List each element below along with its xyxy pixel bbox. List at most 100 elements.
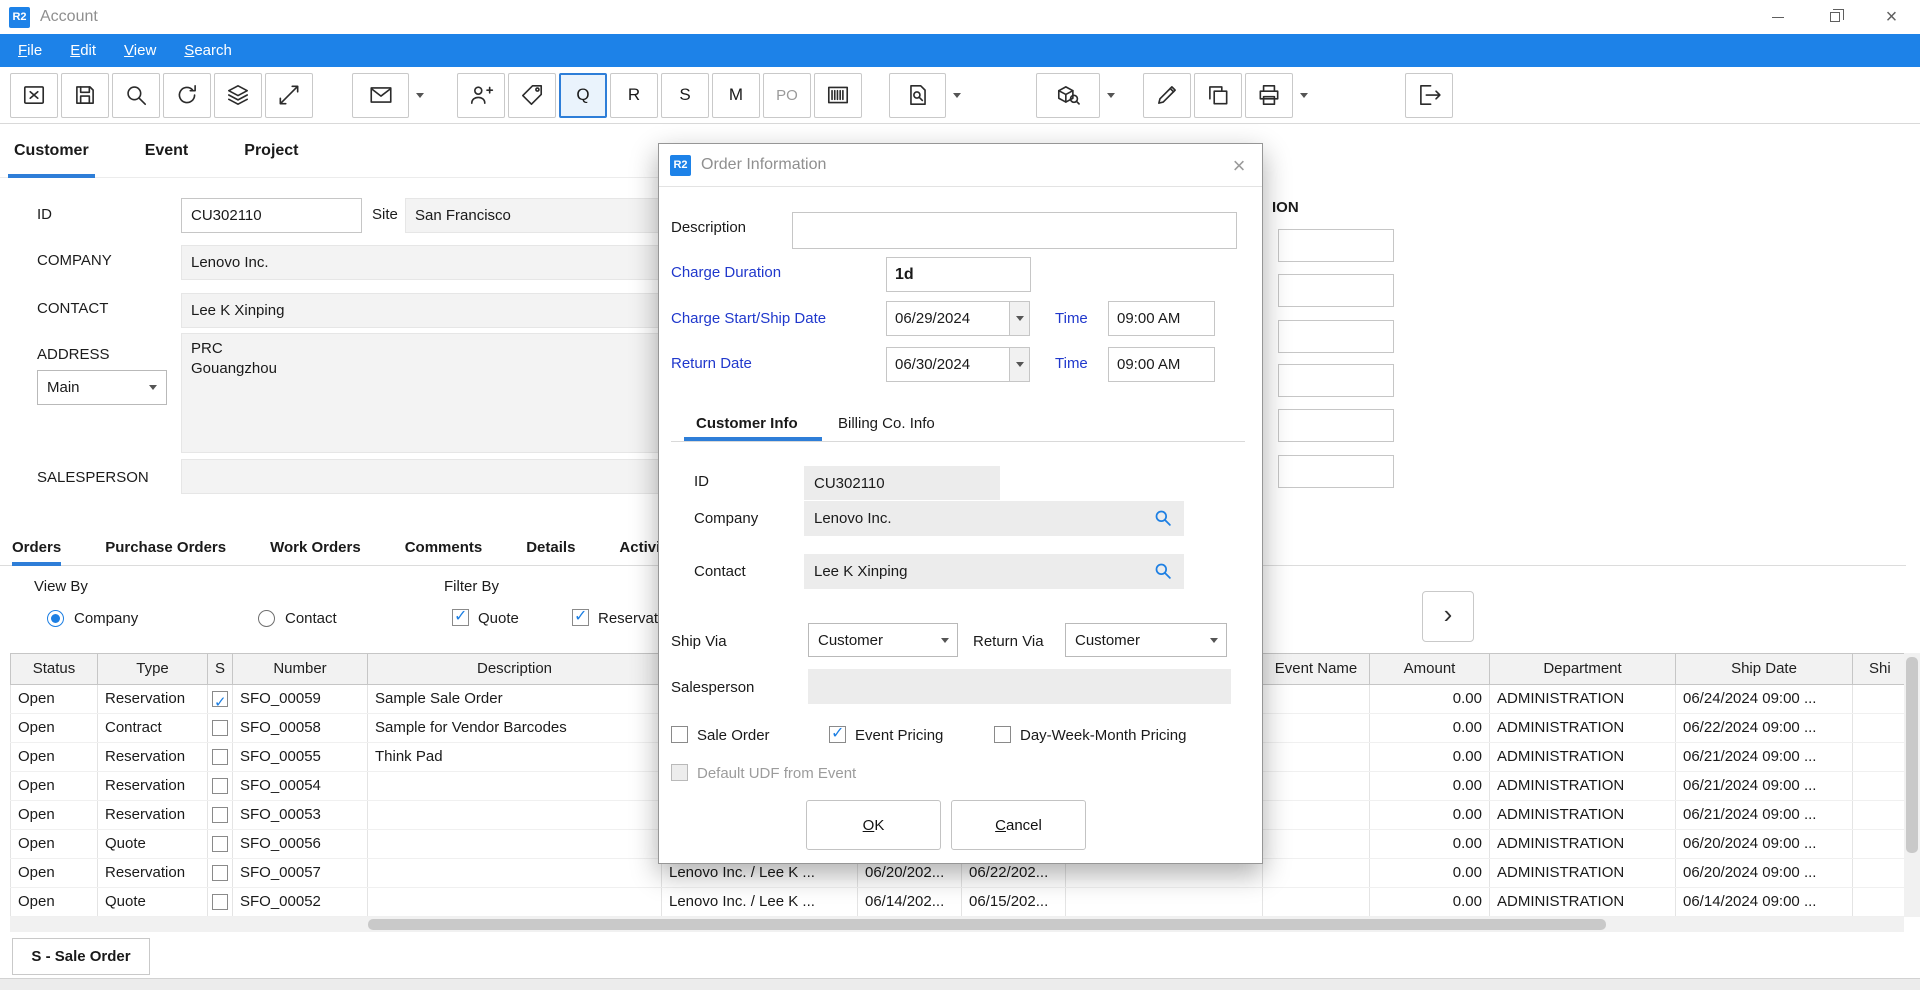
print-dropdown[interactable] bbox=[1296, 73, 1312, 118]
toolbar-letter-po-button[interactable]: PO bbox=[763, 73, 811, 118]
add-contact-button[interactable] bbox=[457, 73, 505, 118]
charge-start-date-dropdown[interactable] bbox=[1009, 301, 1030, 336]
tab-customer[interactable]: Customer bbox=[12, 124, 91, 178]
menu-view[interactable]: View bbox=[110, 34, 170, 67]
search-button[interactable] bbox=[112, 73, 160, 118]
exit-button[interactable] bbox=[1405, 73, 1453, 118]
address-type-select[interactable]: Main bbox=[37, 370, 167, 405]
return-time-input[interactable]: 09:00 AM bbox=[1108, 347, 1215, 382]
menu-file[interactable]: File bbox=[4, 34, 56, 67]
company-field[interactable]: Lenovo Inc. bbox=[181, 245, 681, 280]
ship-via-select[interactable]: Customer bbox=[808, 623, 958, 657]
charge-start-time-input[interactable]: 09:00 AM bbox=[1108, 301, 1215, 336]
barcode-button[interactable] bbox=[814, 73, 862, 118]
edit-button[interactable] bbox=[1143, 73, 1191, 118]
toolbar-letter-s-button[interactable]: S bbox=[661, 73, 709, 118]
checkbox-sale-order[interactable] bbox=[671, 726, 688, 743]
menu-search[interactable]: Search bbox=[170, 34, 246, 67]
column-header[interactable]: Amount bbox=[1370, 653, 1490, 685]
company-search-icon[interactable] bbox=[1153, 508, 1174, 529]
mail-dropdown[interactable] bbox=[412, 73, 428, 118]
horizontal-scrollbar[interactable] bbox=[10, 917, 1904, 932]
toolbar-letter-r-button[interactable]: R bbox=[610, 73, 658, 118]
address-field[interactable]: PRC Gouangzhou bbox=[181, 333, 681, 453]
dialog-close-button[interactable]: × bbox=[1224, 151, 1254, 181]
layers-button[interactable] bbox=[214, 73, 262, 118]
vertical-scrollbar-thumb[interactable] bbox=[1906, 657, 1918, 853]
salesperson-field[interactable] bbox=[181, 459, 681, 494]
checkbox-event-pricing[interactable] bbox=[829, 726, 846, 743]
close-button[interactable]: × bbox=[1863, 0, 1920, 34]
return-date-input[interactable]: 06/30/2024 bbox=[886, 347, 1010, 382]
item-search-dropdown[interactable] bbox=[1103, 73, 1119, 118]
maximize-button[interactable] bbox=[1806, 0, 1863, 34]
ok-button[interactable]: OK bbox=[806, 800, 941, 850]
column-header[interactable]: Description bbox=[368, 653, 662, 685]
document-search-dropdown[interactable] bbox=[949, 73, 965, 118]
return-via-select[interactable]: Customer bbox=[1065, 623, 1227, 657]
contact-search-icon[interactable] bbox=[1153, 561, 1174, 582]
column-header[interactable]: S bbox=[208, 653, 233, 685]
row-checkbox[interactable] bbox=[212, 807, 228, 823]
checkbox-event-pricing-label[interactable]: Event Pricing bbox=[855, 727, 943, 744]
dialog-id-value[interactable]: CU302110 bbox=[804, 466, 1000, 500]
column-header[interactable]: Ship Date bbox=[1676, 653, 1853, 685]
charge-duration-label[interactable]: Charge Duration bbox=[671, 264, 781, 281]
charge-start-time-label[interactable]: Time bbox=[1055, 310, 1088, 327]
row-checkbox[interactable] bbox=[212, 836, 228, 852]
checkbox-quote-label[interactable]: Quote bbox=[478, 610, 519, 627]
next-page-button[interactable]: › bbox=[1422, 591, 1474, 642]
right-panel-field[interactable] bbox=[1278, 320, 1394, 353]
radio-company-label[interactable]: Company bbox=[74, 610, 138, 627]
cancel-button[interactable]: Cancel bbox=[951, 800, 1086, 850]
radio-contact-label[interactable]: Contact bbox=[285, 610, 337, 627]
column-header[interactable]: Event Name bbox=[1263, 653, 1370, 685]
checkbox-day-week-month-pricing-label[interactable]: Day-Week-Month Pricing bbox=[1020, 727, 1186, 744]
right-panel-field[interactable] bbox=[1278, 274, 1394, 307]
radio-contact[interactable] bbox=[258, 610, 275, 627]
tab-event[interactable]: Event bbox=[143, 124, 191, 178]
horizontal-scrollbar-thumb[interactable] bbox=[368, 919, 1606, 930]
checkbox-day-week-month-pricing[interactable] bbox=[994, 726, 1011, 743]
contact-field[interactable]: Lee K Xinping bbox=[181, 293, 681, 328]
row-checkbox[interactable] bbox=[212, 778, 228, 794]
save-button[interactable] bbox=[61, 73, 109, 118]
document-search-button[interactable] bbox=[889, 73, 946, 118]
right-panel-field[interactable] bbox=[1278, 409, 1394, 442]
row-checkbox[interactable] bbox=[212, 749, 228, 765]
tab-project[interactable]: Project bbox=[242, 124, 300, 178]
right-panel-field[interactable] bbox=[1278, 229, 1394, 262]
close-record-button[interactable] bbox=[10, 73, 58, 118]
dialog-salesperson-input[interactable] bbox=[808, 669, 1231, 704]
column-header[interactable]: Type bbox=[98, 653, 208, 685]
toolbar-letter-q-button[interactable]: Q bbox=[559, 73, 607, 118]
row-checkbox[interactable] bbox=[212, 894, 228, 910]
right-panel-field[interactable] bbox=[1278, 364, 1394, 397]
row-checkbox[interactable] bbox=[212, 865, 228, 881]
charge-duration-input[interactable]: 1d bbox=[886, 257, 1031, 292]
charge-start-date-input[interactable]: 06/29/2024 bbox=[886, 301, 1010, 336]
id-input[interactable]: CU302110 bbox=[181, 198, 362, 233]
column-header[interactable]: Status bbox=[10, 653, 98, 685]
checkbox-quote[interactable] bbox=[452, 609, 469, 626]
orders-table-row[interactable]: OpenQuoteSFO_00052Lenovo Inc. / Lee K ..… bbox=[10, 888, 1916, 917]
checkbox-sale-order-label[interactable]: Sale Order bbox=[697, 727, 770, 744]
right-panel-field[interactable] bbox=[1278, 455, 1394, 488]
description-input[interactable] bbox=[792, 212, 1237, 249]
refresh-button[interactable] bbox=[163, 73, 211, 118]
expand-button[interactable] bbox=[265, 73, 313, 118]
row-checkbox[interactable] bbox=[212, 691, 228, 707]
row-checkbox[interactable] bbox=[212, 720, 228, 736]
dialog-tab-customer-info[interactable]: Customer Info bbox=[696, 415, 798, 432]
tab-work-orders[interactable]: Work Orders bbox=[270, 533, 361, 566]
radio-company[interactable] bbox=[47, 610, 64, 627]
mail-button[interactable] bbox=[352, 73, 409, 118]
minimize-button[interactable] bbox=[1749, 0, 1806, 34]
tab-comments[interactable]: Comments bbox=[405, 533, 483, 566]
menu-edit[interactable]: Edit bbox=[56, 34, 110, 67]
copy-button[interactable] bbox=[1194, 73, 1242, 118]
tab-orders[interactable]: Orders bbox=[12, 533, 61, 566]
column-header[interactable]: Department bbox=[1490, 653, 1676, 685]
return-date-dropdown[interactable] bbox=[1009, 347, 1030, 382]
toolbar-letter-m-button[interactable]: M bbox=[712, 73, 760, 118]
